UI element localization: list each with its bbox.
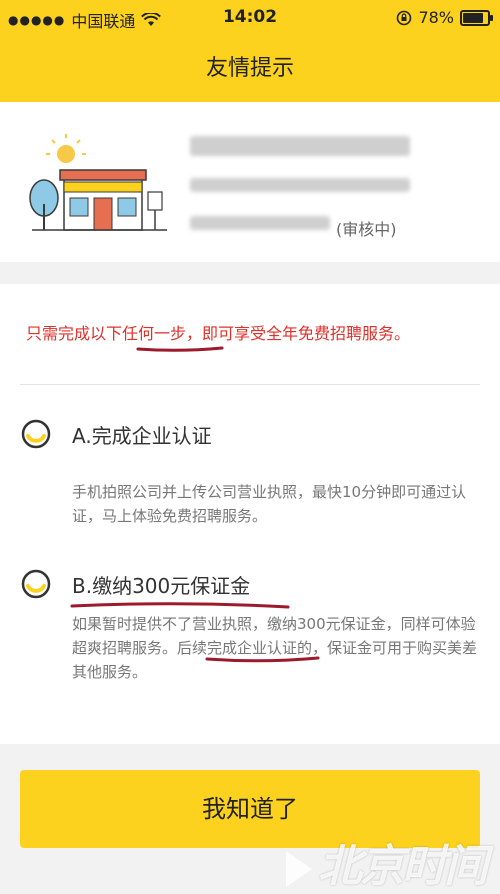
company-card [0,102,500,262]
watermark: 北京时间 [286,830,488,894]
company-id-blurred [190,216,330,230]
review-status: (审核中) [336,220,397,239]
option-b-desc: 如果暂时提供不了营业执照，缴纳300元保证金，同样可体验超爽招聘服务。后续完成企… [72,615,478,681]
nav-bar: 友情提示 [0,36,500,102]
handwritten-underline [70,602,290,609]
battery-percent: 78% [418,8,454,27]
ring-icon [21,419,51,449]
option-a-desc: 手机拍照公司并上传公司营业执照，最快10分钟即可通过认证，马上体验免费招聘服务。 [72,483,467,525]
rotation-lock-icon [397,10,412,25]
handwritten-underline [205,656,320,663]
ring-icon [21,569,51,599]
company-info-blurred [190,178,410,192]
play-icon [286,851,312,887]
notice-text: 只需完成以下任何一步，即可享受全年免费招聘服务。 [26,324,411,343]
handwritten-underline [136,346,224,352]
battery-icon [460,9,493,26]
option-a-heading: A.完成企业认证 [72,424,212,448]
company-name-blurred [190,136,410,156]
options-card: 只需完成以下任何一步，即可享受全年免费招聘服务。 A.完成企业认证 手机拍照公司… [0,284,500,744]
page-title: 友情提示 [205,56,294,81]
option-b-heading: B.缴纳300元保证金 [72,574,251,598]
shop-illustration-icon [29,134,167,231]
divider [20,384,480,385]
status-bar: ●●●●● 中国联通 14:02 78% [0,0,500,36]
